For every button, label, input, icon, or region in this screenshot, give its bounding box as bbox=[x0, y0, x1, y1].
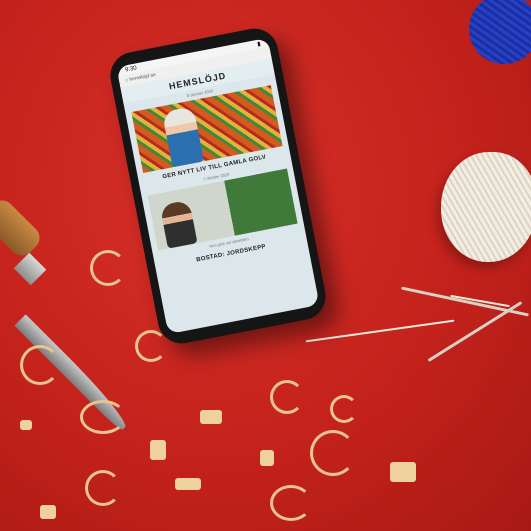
wood-shaving bbox=[80, 400, 126, 434]
yarn-string bbox=[305, 319, 455, 343]
wood-chip bbox=[175, 478, 201, 490]
wood-shaving bbox=[310, 430, 356, 476]
blue-yarn-ball bbox=[469, 0, 531, 64]
wood-chip bbox=[40, 505, 56, 519]
wood-chip bbox=[260, 450, 274, 466]
wood-shaving bbox=[135, 330, 167, 362]
white-yarn-ball bbox=[441, 152, 531, 262]
wood-shaving bbox=[330, 395, 358, 423]
wood-shaving bbox=[20, 345, 60, 385]
wood-shaving bbox=[90, 250, 126, 286]
wood-chip bbox=[20, 420, 32, 430]
wood-chip bbox=[200, 410, 222, 424]
portrait-woman bbox=[159, 199, 198, 249]
knitting-needle bbox=[401, 286, 529, 317]
knife-handle bbox=[0, 195, 45, 261]
wood-shaving bbox=[270, 380, 304, 414]
knitting-needle bbox=[427, 301, 523, 362]
wood-shaving bbox=[270, 485, 312, 521]
portrait-woman bbox=[161, 106, 205, 168]
wood-chip bbox=[150, 440, 166, 460]
battery-icon: ▮ bbox=[256, 41, 262, 48]
wood-chip bbox=[390, 462, 416, 482]
knife-ferrule bbox=[13, 252, 47, 286]
wood-shaving bbox=[85, 470, 121, 506]
